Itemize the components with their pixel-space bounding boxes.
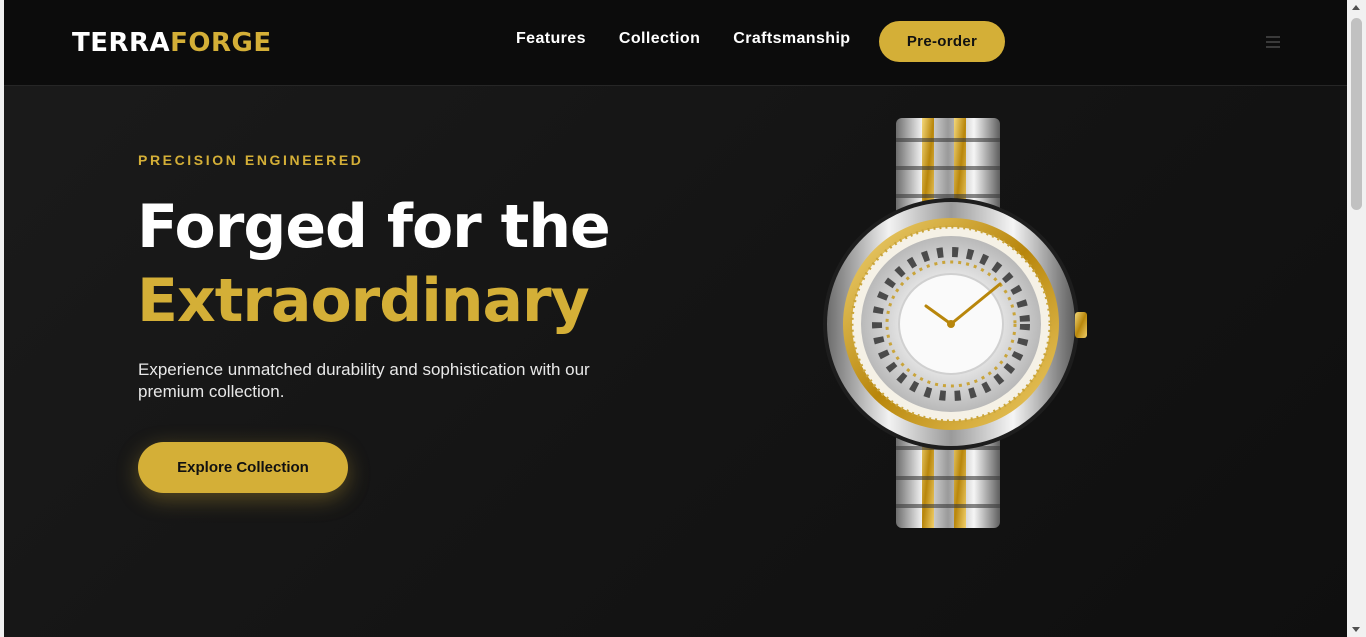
nav-link-collection[interactable]: Collection — [619, 29, 700, 49]
scroll-thumb[interactable] — [1351, 18, 1362, 210]
hero-headline: Forged for the Extraordinary — [137, 190, 611, 338]
hero-subtitle: Experience unmatched durability and soph… — [138, 360, 590, 401]
nav-link-features[interactable]: Features — [516, 29, 586, 49]
scroll-up-arrow-icon[interactable] — [1352, 5, 1360, 10]
hero-eyebrow: PRECISION ENGINEERED — [138, 152, 364, 168]
hamburger-icon[interactable] — [1266, 36, 1280, 48]
scroll-down-arrow-icon[interactable] — [1352, 627, 1360, 632]
logo-text-terra: TERRA — [72, 28, 171, 58]
preorder-button[interactable]: Pre-order — [879, 21, 1005, 62]
page-scrollbar[interactable] — [1347, 0, 1366, 637]
logo-text-forge: FORGE — [170, 28, 272, 58]
nav-links: Features Collection Craftsmanship — [516, 29, 883, 49]
explore-collection-button[interactable]: Explore Collection — [138, 442, 348, 493]
headline-line-1: Forged for the — [137, 192, 611, 262]
nav-link-craftsmanship[interactable]: Craftsmanship — [733, 29, 850, 49]
navbar: TERRAFORGE Features Collection Craftsman… — [4, 0, 1347, 86]
headline-line-2: Extraordinary — [137, 266, 590, 336]
watch-image — [804, 116, 1104, 530]
page: TERRAFORGE Features Collection Craftsman… — [4, 0, 1347, 637]
brand-logo[interactable]: TERRAFORGE — [72, 27, 272, 59]
